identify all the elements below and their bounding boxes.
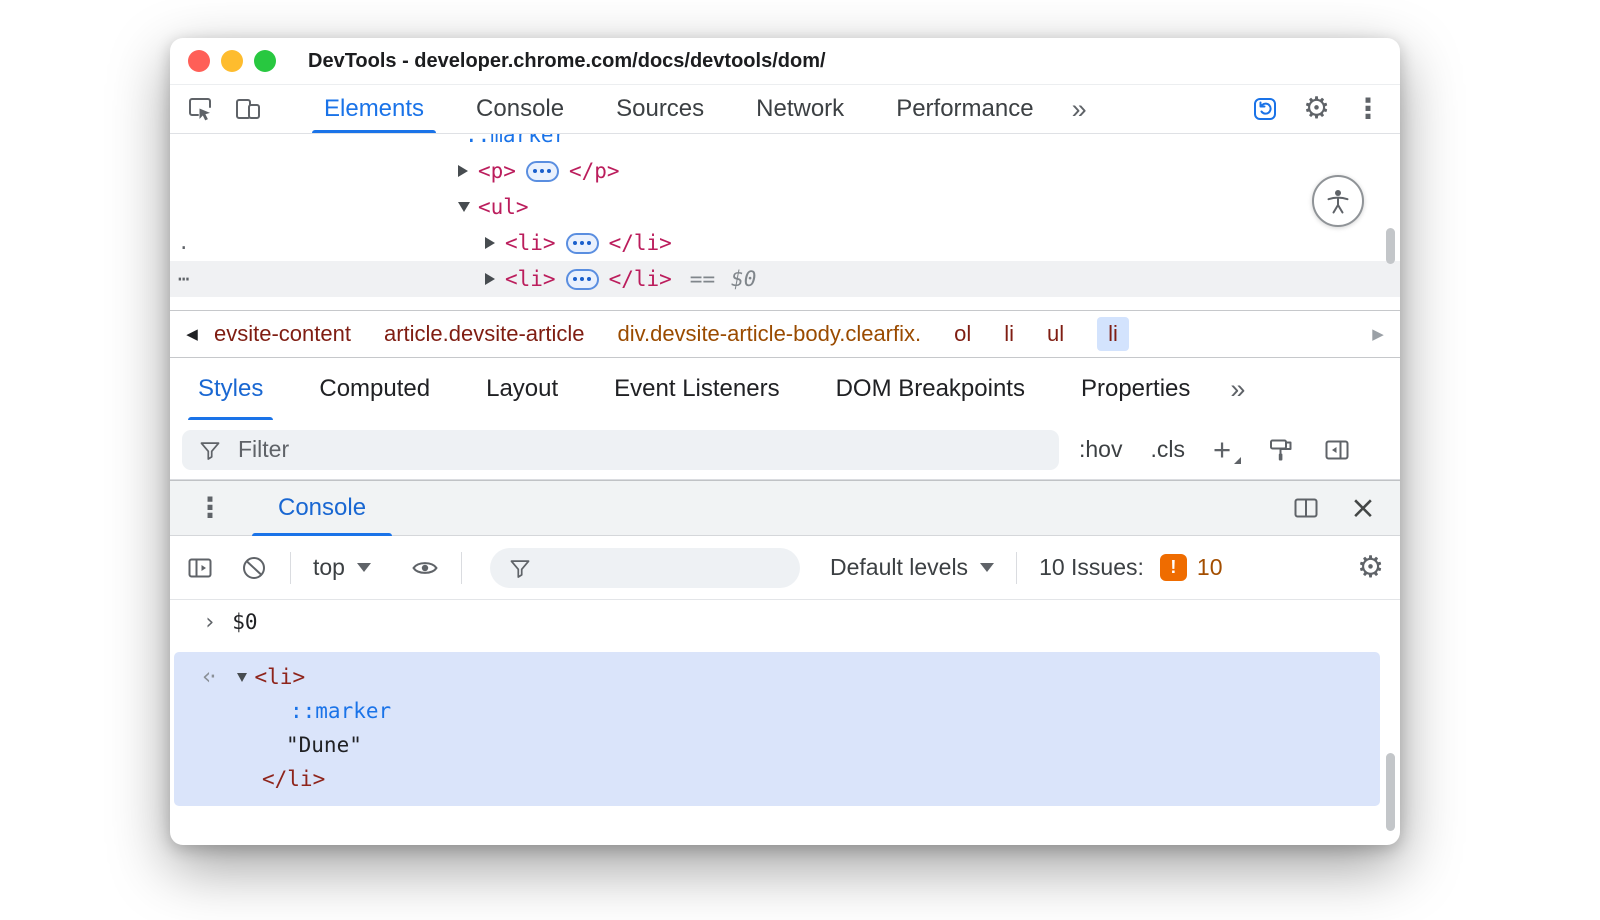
expand-arrow-icon[interactable]: [485, 237, 495, 249]
styles-sidebar-tabs: Styles Computed Layout Event Listeners D…: [170, 358, 1400, 420]
chevron-down-icon: [357, 563, 371, 572]
inline-expand-icon[interactable]: [526, 161, 559, 182]
tree-row-p[interactable]: <p> </p>: [170, 153, 1400, 189]
tab-event-listeners[interactable]: Event Listeners: [586, 358, 807, 420]
accessibility-button[interactable]: [1312, 175, 1364, 227]
new-style-rule-button[interactable]: +: [1213, 434, 1239, 465]
tab-sources[interactable]: Sources: [590, 85, 730, 133]
breadcrumb-item[interactable]: div.devsite-article-body.clearfix.: [617, 321, 921, 347]
extension-icon[interactable]: [1251, 95, 1279, 123]
breadcrumb-item[interactable]: ol: [954, 321, 971, 347]
drawer-tab-console[interactable]: Console: [252, 481, 392, 535]
breadcrumb: evsite-content article.devsite-article d…: [214, 317, 1356, 351]
tab-layout[interactable]: Layout: [458, 358, 586, 420]
breadcrumb-item[interactable]: evsite-content: [214, 321, 351, 347]
tree-row-li-selected[interactable]: ⋯ <li> </li> == $0: [170, 261, 1400, 297]
tab-console[interactable]: Console: [450, 85, 590, 133]
chevron-down-icon: [980, 563, 994, 572]
clear-console-icon[interactable]: [240, 554, 268, 582]
titlebar: DevTools - developer.chrome.com/docs/dev…: [170, 38, 1400, 85]
console-toolbar: top Default levels 10 Issues: ! 10 ⚙: [170, 536, 1400, 600]
console-filter-input[interactable]: [546, 555, 834, 581]
tab-styles[interactable]: Styles: [170, 358, 291, 420]
tab-performance[interactable]: Performance: [870, 85, 1059, 133]
inline-expand-icon[interactable]: [566, 233, 599, 254]
rendering-emulation-icon[interactable]: [1267, 436, 1295, 464]
issue-warning-icon: !: [1160, 554, 1187, 581]
filter-funnel-icon: [508, 556, 532, 580]
breadcrumb-item-selected[interactable]: li: [1097, 317, 1129, 351]
style-filter-input[interactable]: [238, 436, 1043, 463]
output-arrow-icon: ‹·: [202, 664, 215, 690]
dom-tree: ::marker <p> </p> <ul> . <li> </li> ⋯ <l…: [170, 134, 1400, 310]
filter-funnel-icon: [198, 438, 222, 462]
window-title: DevTools - developer.chrome.com/docs/dev…: [308, 50, 826, 73]
drawer-header: ⋮ Console ×: [170, 480, 1400, 536]
console-filter-field[interactable]: [490, 548, 800, 588]
close-window-button[interactable]: [188, 50, 210, 72]
clipped-text: ⋯: [178, 268, 189, 290]
dock-sidebar-icon[interactable]: [1323, 436, 1351, 464]
expand-arrow-icon[interactable]: [485, 273, 495, 285]
more-style-tabs-icon[interactable]: »: [1218, 358, 1257, 420]
tree-row-ul[interactable]: <ul>: [170, 189, 1400, 225]
expand-arrow-icon[interactable]: [458, 165, 468, 177]
console-scrollbar[interactable]: [1386, 753, 1395, 831]
split-panel-icon[interactable]: [1292, 494, 1320, 522]
collapse-arrow-icon[interactable]: [237, 673, 247, 682]
breadcrumb-item[interactable]: ul: [1047, 321, 1064, 347]
tab-dom-breakpoints[interactable]: DOM Breakpoints: [808, 358, 1053, 420]
inline-expand-icon[interactable]: [566, 269, 599, 290]
dollar-zero-hint: $0: [731, 267, 756, 291]
clipped-text: .: [178, 232, 189, 254]
tab-properties[interactable]: Properties: [1053, 358, 1218, 420]
device-toolbar-icon[interactable]: [234, 95, 262, 123]
collapse-arrow-icon[interactable]: [458, 202, 470, 212]
inspect-element-icon[interactable]: [186, 95, 214, 123]
accessibility-person-icon: [1324, 187, 1352, 215]
drawer-menu-icon[interactable]: ⋮: [170, 481, 242, 535]
execution-context-selector[interactable]: top: [313, 554, 371, 581]
console-messages: › $0 ‹· <li> ::marker "Dune" </li>: [170, 600, 1400, 845]
panel-tabs: Elements Console Sources Network Perform…: [298, 85, 1060, 133]
devtools-toolbar: Elements Console Sources Network Perform…: [170, 85, 1400, 134]
styles-filter-bar: :hov .cls +: [170, 420, 1400, 480]
breadcrumb-item[interactable]: article.devsite-article: [384, 321, 585, 347]
settings-gear-icon[interactable]: ⚙: [1303, 94, 1330, 124]
tree-scrollbar[interactable]: [1386, 228, 1395, 264]
minimize-window-button[interactable]: [221, 50, 243, 72]
tab-computed[interactable]: Computed: [291, 358, 458, 420]
command-prompt-icon: ›: [203, 610, 216, 635]
console-sidebar-icon[interactable]: [186, 554, 214, 582]
console-result-selected[interactable]: ‹· <li> ::marker "Dune" </li>: [174, 652, 1380, 806]
devtools-window: DevTools - developer.chrome.com/docs/dev…: [170, 38, 1400, 845]
issues-counter[interactable]: 10 Issues: ! 10: [1039, 554, 1222, 581]
tab-network[interactable]: Network: [730, 85, 870, 133]
breadcrumb-left-icon[interactable]: ◀: [170, 327, 214, 342]
kebab-menu-icon[interactable]: ⋮: [1354, 95, 1382, 123]
toggle-class-button[interactable]: .cls: [1150, 436, 1185, 463]
breadcrumb-right-icon[interactable]: ▶: [1356, 327, 1400, 342]
tree-row-marker[interactable]: ::marker: [170, 134, 1400, 153]
console-command-echo[interactable]: › $0: [170, 600, 1400, 644]
element-breadcrumbs: ◀ evsite-content article.devsite-article…: [170, 310, 1400, 358]
style-filter-field[interactable]: [182, 430, 1059, 470]
close-drawer-icon[interactable]: ×: [1350, 493, 1376, 524]
tab-elements[interactable]: Elements: [298, 85, 450, 133]
window-controls: [188, 50, 276, 72]
zoom-window-button[interactable]: [254, 50, 276, 72]
more-tabs-icon[interactable]: »: [1060, 85, 1099, 133]
console-settings-icon[interactable]: ⚙: [1357, 553, 1384, 583]
create-live-expression-icon[interactable]: [411, 554, 439, 582]
tree-row-li-1[interactable]: . <li> </li>: [170, 225, 1400, 261]
breadcrumb-item[interactable]: li: [1004, 321, 1014, 347]
toggle-element-state-button[interactable]: :hov: [1079, 436, 1122, 463]
log-levels-selector[interactable]: Default levels: [830, 554, 994, 581]
